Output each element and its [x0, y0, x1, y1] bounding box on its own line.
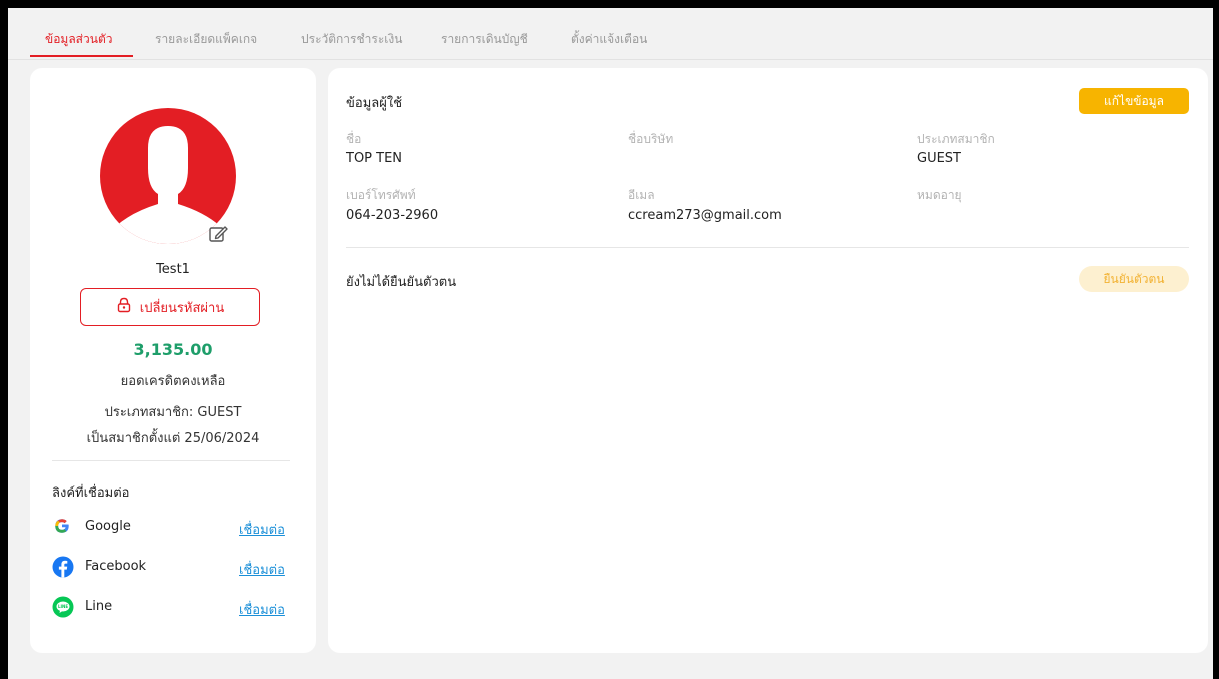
- linked-item-name: Facebook: [85, 559, 147, 574]
- tab-personal-info[interactable]: ข้อมูลส่วนตัว: [45, 30, 112, 49]
- member-since: เป็นสมาชิกตั้งแต่ 25/06/2024: [86, 431, 260, 446]
- linked-item-facebook: Facebook เชื่อมต่อ: [52, 556, 292, 580]
- linked-item-line: LINE Line เชื่อมต่อ: [52, 596, 292, 620]
- credit-balance: 3,135.00: [133, 340, 213, 359]
- user-info-card: ข้อมูลผู้ใช้ แก้ไขข้อมูล ชื่อ TOP TEN ชื…: [328, 68, 1208, 653]
- linked-accounts-title: ลิงค์ที่เชื่อมต่อ: [52, 486, 130, 501]
- email-label: อีเมล: [628, 188, 655, 202]
- change-password-label: เปลี่ยนรหัสผ่าน: [139, 300, 225, 316]
- google-icon: [52, 516, 72, 536]
- member-type-value: GUEST: [917, 151, 961, 166]
- edit-info-button[interactable]: แก้ไขข้อมูล: [1079, 88, 1189, 114]
- phone-label: เบอร์โทรศัพท์: [346, 188, 416, 202]
- page-frame: ข้อมูลส่วนตัว รายละเอียดแพ็คเกจ ประวัติก…: [8, 8, 1213, 679]
- credit-balance-label: ยอดเครดิตคงเหลือ: [120, 374, 226, 389]
- active-tab-indicator: [30, 55, 133, 57]
- username: Test1: [156, 262, 190, 277]
- expiry-label: หมดอายุ: [917, 188, 962, 202]
- edit-avatar-icon[interactable]: [207, 223, 229, 245]
- lock-icon: [116, 297, 132, 317]
- tab-package-details[interactable]: รายละเอียดแพ็คเกจ: [155, 30, 257, 49]
- connect-facebook-link[interactable]: เชื่อมต่อ: [239, 559, 285, 580]
- connect-line-link[interactable]: เชื่อมต่อ: [239, 599, 285, 620]
- verification-status: ยังไม่ได้ยืนยันตัวตน: [346, 275, 457, 290]
- tab-payment-history[interactable]: ประวัติการชำระเงิน: [301, 30, 402, 49]
- tab-bar: ข้อมูลส่วนตัว รายละเอียดแพ็คเกจ ประวัติก…: [8, 8, 1213, 60]
- company-label: ชื่อบริษัท: [628, 132, 674, 146]
- linked-item-name: Line: [85, 599, 113, 614]
- member-type: ประเภทสมาชิก: GUEST: [104, 405, 242, 420]
- verify-identity-button[interactable]: ยืนยันตัวตน: [1079, 266, 1189, 292]
- linked-item-name: Google: [85, 519, 131, 534]
- divider: [52, 460, 290, 461]
- member-type-label: ประเภทสมาชิก: [917, 132, 995, 146]
- profile-card: Test1 เปลี่ยนรหัสผ่าน 3,135.00 ยอดเครดิต…: [30, 68, 316, 653]
- line-icon: LINE: [52, 596, 74, 618]
- divider: [346, 247, 1189, 248]
- user-info-title: ข้อมูลผู้ใช้: [346, 96, 403, 111]
- tab-notification-settings[interactable]: ตั้งค่าแจ้งเตือน: [571, 30, 647, 49]
- name-value: TOP TEN: [346, 151, 403, 166]
- svg-text:LINE: LINE: [58, 604, 68, 609]
- facebook-icon: [52, 556, 74, 578]
- linked-item-google: Google เชื่อมต่อ: [52, 516, 292, 540]
- connect-google-link[interactable]: เชื่อมต่อ: [239, 519, 285, 540]
- phone-value: 064-203-2960: [346, 208, 439, 223]
- name-label: ชื่อ: [346, 132, 362, 146]
- change-password-button[interactable]: เปลี่ยนรหัสผ่าน: [80, 288, 260, 326]
- email-value: ccream273@gmail.com: [628, 208, 782, 223]
- tab-account-statement[interactable]: รายการเดินบัญชี: [441, 30, 528, 49]
